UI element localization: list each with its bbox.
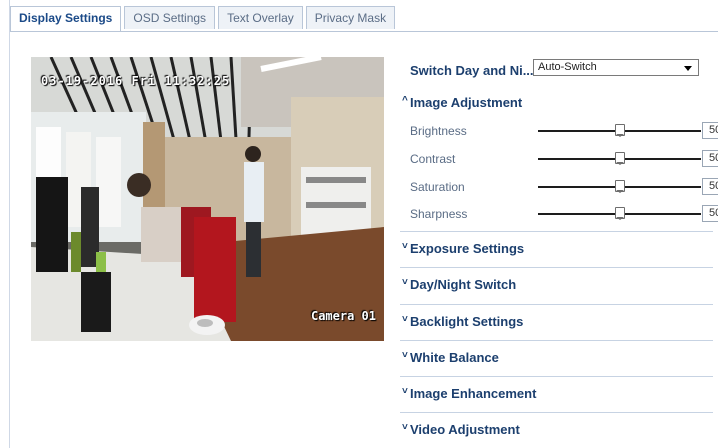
caret-down-icon: ˅	[402, 277, 408, 288]
slider-label: Sharpness	[410, 207, 468, 221]
section-day-night-switch[interactable]: ˅ Day/Night Switch	[400, 276, 713, 296]
section-title: White Balance	[410, 350, 499, 365]
contrast-value[interactable]: 50	[702, 150, 718, 167]
sharpness-slider-track[interactable]	[538, 207, 701, 220]
section-title: Image Adjustment	[410, 95, 523, 110]
slider-row-brightness: Brightness 50	[400, 121, 718, 141]
section-title: Backlight Settings	[410, 314, 524, 329]
caret-up-icon: ^	[402, 95, 408, 106]
section-title: Video Adjustment	[410, 422, 520, 437]
divider	[400, 267, 713, 268]
day-night-select[interactable]: Auto-Switch	[533, 59, 699, 76]
day-night-row: Switch Day and Ni... Auto-Switch	[400, 58, 705, 80]
sharpness-value[interactable]: 50	[702, 205, 718, 222]
section-backlight-settings[interactable]: ˅ Backlight Settings	[400, 313, 713, 333]
divider	[400, 340, 713, 341]
caret-down-icon: ˅	[402, 350, 408, 361]
tab-osd-settings[interactable]: OSD Settings	[124, 6, 216, 29]
section-exposure-settings[interactable]: ˅ Exposure Settings	[400, 240, 713, 260]
caret-down-icon: ˅	[402, 241, 408, 252]
tab-text-overlay[interactable]: Text Overlay	[218, 6, 303, 29]
caret-down-icon: ˅	[402, 314, 408, 325]
divider	[400, 412, 713, 413]
section-title: Exposure Settings	[410, 241, 525, 256]
day-night-select-value: Auto-Switch	[538, 61, 597, 73]
tab-bar: Display Settings OSD Settings Text Overl…	[10, 6, 398, 32]
brightness-slider-thumb[interactable]	[614, 124, 625, 137]
slider-row-saturation: Saturation 50	[400, 177, 718, 197]
slider-label: Saturation	[410, 180, 465, 194]
chevron-down-icon	[684, 66, 692, 71]
section-image-enhancement[interactable]: ˅ Image Enhancement	[400, 385, 713, 405]
osd-camera-name: Camera 01	[310, 309, 376, 323]
saturation-slider-thumb[interactable]	[614, 180, 625, 193]
saturation-value[interactable]: 50	[702, 178, 718, 195]
divider	[400, 376, 713, 377]
day-night-label: Switch Day and Ni...	[410, 63, 534, 78]
slider-label: Contrast	[410, 152, 456, 166]
slider-row-sharpness: Sharpness 50	[400, 204, 718, 224]
section-title: Image Enhancement	[410, 386, 537, 401]
section-video-adjustment[interactable]: ˅ Video Adjustment	[400, 421, 713, 441]
slider-row-contrast: Contrast 50	[400, 149, 718, 169]
brightness-slider-track[interactable]	[538, 124, 701, 137]
display-settings-page: Display Settings OSD Settings Text Overl…	[9, 0, 718, 448]
tab-privacy-mask[interactable]: Privacy Mask	[305, 6, 396, 29]
caret-down-icon: ˅	[402, 386, 408, 397]
divider	[400, 231, 713, 232]
saturation-slider-track[interactable]	[538, 180, 701, 193]
osd-timestamp: 03-19-2016 Fri 11:32:25	[41, 74, 231, 88]
caret-down-icon: ˅	[402, 422, 408, 433]
camera-scene-image	[31, 57, 384, 341]
section-title: Day/Night Switch	[410, 277, 517, 292]
slider-label: Brightness	[410, 124, 467, 138]
camera-preview: 03-19-2016 Fri 11:32:25 Camera 01	[31, 57, 384, 341]
contrast-slider-track[interactable]	[538, 152, 701, 165]
tab-display-settings[interactable]: Display Settings	[10, 6, 122, 32]
settings-panel: Switch Day and Ni... Auto-Switch ^ Image…	[400, 0, 718, 448]
divider	[400, 304, 713, 305]
brightness-value[interactable]: 50	[702, 122, 718, 139]
section-image-adjustment[interactable]: ^ Image Adjustment	[400, 94, 713, 114]
section-white-balance[interactable]: ˅ White Balance	[400, 349, 713, 369]
contrast-slider-thumb[interactable]	[614, 152, 625, 165]
sharpness-slider-thumb[interactable]	[614, 207, 625, 220]
